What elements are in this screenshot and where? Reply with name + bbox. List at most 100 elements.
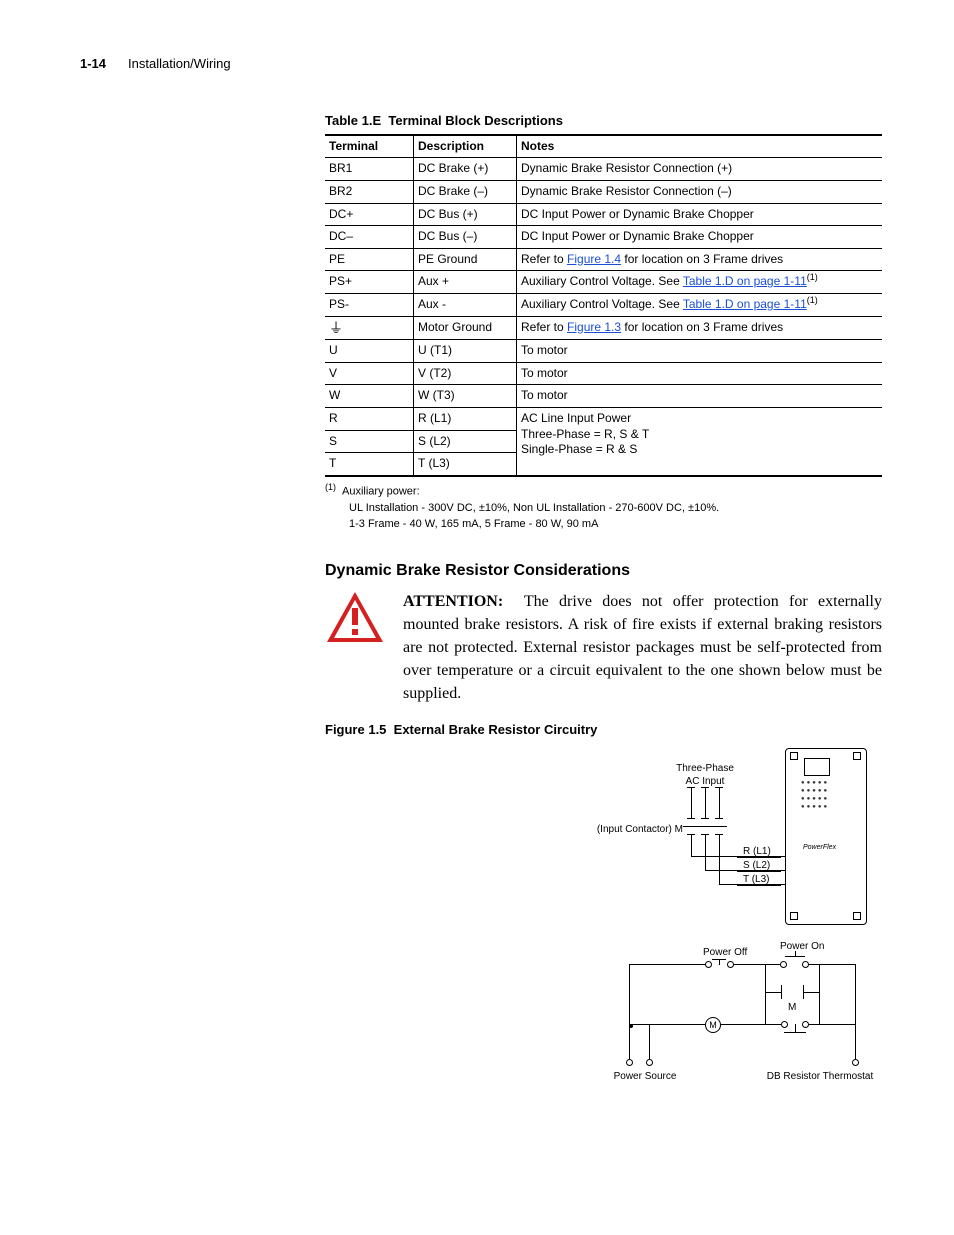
- th-notes: Notes: [517, 135, 883, 158]
- xref-link[interactable]: Table 1.D on page 1-11: [683, 297, 807, 311]
- footnote-ref: (1): [807, 272, 818, 282]
- table-row: PEPE GroundRefer to Figure 1.4 for locat…: [325, 248, 882, 271]
- thermostat-bar-icon: [784, 1032, 806, 1033]
- cell-terminal: T: [325, 453, 414, 476]
- label-text: M: [709, 1020, 717, 1032]
- table-row: PS+Aux +Auxiliary Control Voltage. See T…: [325, 271, 882, 294]
- power-off-label: Power Off: [703, 946, 747, 959]
- cell-terminal: PS-: [325, 293, 414, 316]
- terminal-cap-icon: [715, 787, 723, 788]
- cell-desc: Aux +: [414, 271, 517, 294]
- cell-terminal: U: [325, 340, 414, 363]
- wire-icon: [803, 992, 819, 993]
- notes-post: for location on 3 Frame drives: [621, 320, 783, 334]
- terminal-cap-icon: [701, 787, 709, 788]
- warning-icon: [325, 590, 385, 644]
- table-row: DC–DC Bus (–)DC Input Power or Dynamic B…: [325, 226, 882, 249]
- figure-caption-title: External Brake Resistor Circuitry: [394, 722, 598, 737]
- table-caption-title: Terminal Block Descriptions: [388, 113, 563, 128]
- rail-icon: [629, 964, 630, 1059]
- attention-text: ATTENTION: The drive does not offer prot…: [403, 590, 882, 706]
- cell-desc: DC Bus (+): [414, 203, 517, 226]
- terminal-icon: [646, 1059, 653, 1066]
- mount-hole-icon: [853, 752, 861, 760]
- cell-notes: DC Input Power or Dynamic Brake Chopper: [517, 203, 883, 226]
- page-number: 1-14: [80, 56, 106, 71]
- xref-link[interactable]: Figure 1.4: [567, 252, 621, 266]
- header-section: Installation/Wiring: [128, 56, 231, 71]
- brand-label: PowerFlex: [803, 843, 836, 852]
- wire-icon: [719, 788, 720, 818]
- wire-icon: [719, 834, 720, 884]
- thermostat-stem-icon: [795, 1024, 796, 1032]
- wire-icon: [721, 1024, 765, 1025]
- table-caption-label: Table 1.E: [325, 113, 381, 128]
- merged-line: Single-Phase = R & S: [521, 442, 637, 456]
- cell-terminal: R: [325, 407, 414, 430]
- wire-icon: [734, 964, 765, 965]
- merged-line: Three-Phase = R, S & T: [521, 427, 649, 441]
- wire-icon: [629, 1024, 705, 1025]
- footnote-marker: (1): [325, 482, 336, 492]
- cell-notes: Refer to Figure 1.4 for location on 3 Fr…: [517, 248, 883, 271]
- cell-terminal: BR1: [325, 158, 414, 181]
- page-header: 1-14 Installation/Wiring: [80, 56, 882, 73]
- terminal-cap-icon: [715, 818, 723, 819]
- table-caption: Table 1.E Terminal Block Descriptions: [325, 113, 882, 130]
- table-row: DC+DC Bus (+)DC Input Power or Dynamic B…: [325, 203, 882, 226]
- ground-icon: ⏚: [329, 321, 343, 335]
- wire-icon: [705, 788, 706, 818]
- cell-notes: Auxiliary Control Voltage. See Table 1.D…: [517, 271, 883, 294]
- table-row: VV (T2)To motor: [325, 362, 882, 385]
- m-coil-icon: M: [705, 1017, 721, 1033]
- wire-icon: [765, 1024, 781, 1025]
- input-contactor-label: (Input Contactor) M: [583, 823, 683, 836]
- mount-hole-icon: [853, 912, 861, 920]
- pushbutton-stem-icon: [795, 951, 796, 956]
- cell-notes: Dynamic Brake Resistor Connection (+): [517, 158, 883, 181]
- terminal-cap-icon: [687, 787, 695, 788]
- attention-block: ATTENTION: The drive does not offer prot…: [325, 590, 882, 706]
- contact-open-icon: [705, 961, 712, 968]
- contact-open-icon: [802, 961, 809, 968]
- cell-desc: U (T1): [414, 340, 517, 363]
- attention-label: ATTENTION:: [403, 593, 503, 610]
- xref-link[interactable]: Figure 1.3: [567, 320, 621, 334]
- wire-icon: [649, 1024, 650, 1059]
- power-on-label: Power On: [780, 940, 824, 953]
- db-thermostat-label: DB Resistor Thermostat: [755, 1070, 885, 1083]
- contact-open-icon: [780, 961, 787, 968]
- footnote-ref: (1): [807, 295, 818, 305]
- label-text: AC Input: [686, 776, 725, 787]
- wire-icon: [809, 1024, 855, 1025]
- table-row: RR (L1)AC Line Input PowerThree-Phase = …: [325, 407, 882, 430]
- table-header-row: Terminal Description Notes: [325, 135, 882, 158]
- table-row: BR2DC Brake (–)Dynamic Brake Resistor Co…: [325, 180, 882, 203]
- wire-icon: [819, 964, 855, 965]
- terminal-cap-icon: [687, 818, 695, 819]
- notes-post: for location on 3 Frame drives: [621, 252, 783, 266]
- table-row: ⏚Motor GroundRefer to Figure 1.3 for loc…: [325, 316, 882, 340]
- cell-notes: Dynamic Brake Resistor Connection (–): [517, 180, 883, 203]
- wire-icon: [765, 964, 766, 1024]
- drive-display-icon: [804, 758, 830, 776]
- wire-icon: [705, 834, 706, 870]
- cell-desc: DC Brake (+): [414, 158, 517, 181]
- cell-terminal: BR2: [325, 180, 414, 203]
- underline-icon: [737, 857, 781, 858]
- table-row: WW (T3)To motor: [325, 385, 882, 408]
- label-text: Three-Phase: [676, 763, 734, 774]
- cell-terminal: PS+: [325, 271, 414, 294]
- main-content: Table 1.E Terminal Block Descriptions Te…: [325, 113, 882, 1109]
- contact-open-icon: [802, 1021, 809, 1028]
- notes-pre: Refer to: [521, 252, 567, 266]
- pushbutton-stem-icon: [719, 959, 720, 965]
- underline-icon: [737, 885, 781, 886]
- cell-terminal: ⏚: [325, 316, 414, 340]
- wire-icon: [629, 964, 705, 965]
- xref-link[interactable]: Table 1.D on page 1-11: [683, 274, 807, 288]
- contactor-bar-icon: [683, 826, 727, 827]
- pushbutton-bar-icon: [785, 956, 805, 957]
- notes-pre: Refer to: [521, 320, 567, 334]
- cell-desc: Aux -: [414, 293, 517, 316]
